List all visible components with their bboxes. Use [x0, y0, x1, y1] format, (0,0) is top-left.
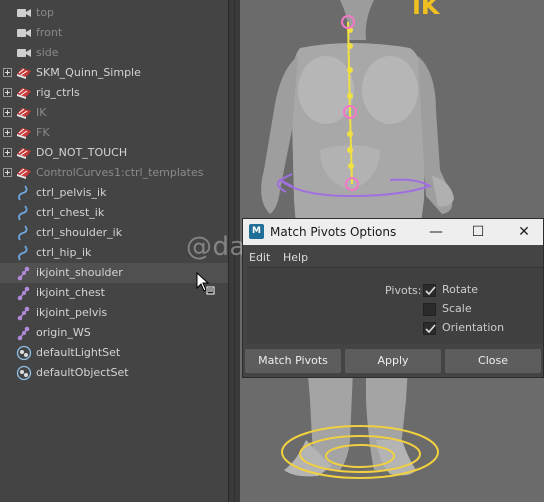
outliner-item-label: IK	[36, 106, 47, 119]
outliner-item-label: top	[36, 6, 55, 19]
outliner-item-label: ctrl_hip_ik	[36, 246, 92, 259]
expand-toggle-icon[interactable]	[3, 168, 12, 177]
expand-toggle-icon[interactable]	[3, 68, 12, 77]
expand-toggle-icon[interactable]	[3, 128, 12, 137]
outliner-item[interactable]: defaultObjectSet	[0, 363, 228, 383]
outliner-item[interactable]: ikjoint_chest	[0, 283, 228, 303]
group-icon	[16, 165, 32, 181]
curve-icon	[16, 185, 32, 201]
outliner-item-label: defaultLightSet	[36, 346, 121, 359]
outliner-item[interactable]: top	[0, 3, 228, 23]
dialog-titlebar[interactable]: M Match Pivots Options — ☐ ✕	[243, 219, 543, 245]
outliner-item-label: ControlCurves1:ctrl_templates	[36, 166, 204, 179]
match-pivots-button[interactable]: Match Pivots	[245, 349, 341, 373]
match-pivots-dialog: M Match Pivots Options — ☐ ✕ Edit Help P…	[242, 218, 544, 378]
outliner-item[interactable]: ControlCurves1:ctrl_templates	[0, 163, 228, 183]
expand-toggle-icon[interactable]	[3, 108, 12, 117]
joint-icon	[16, 285, 32, 301]
group-icon	[16, 145, 32, 161]
joint-icon	[16, 325, 32, 341]
outliner-item[interactable]: ikjoint_pelvis	[0, 303, 228, 323]
outliner-item[interactable]: rig_ctrls	[0, 83, 228, 103]
set-icon	[16, 345, 32, 361]
apply-button[interactable]: Apply	[345, 349, 441, 373]
outliner-item-label: side	[36, 46, 59, 59]
outliner-item[interactable]: front	[0, 23, 228, 43]
outliner-item-label: ikjoint_chest	[36, 286, 105, 299]
curve-icon	[16, 225, 32, 241]
dialog-menubar: Edit Help	[243, 245, 543, 267]
camera-icon	[16, 45, 32, 61]
minimize-button[interactable]: —	[427, 223, 445, 241]
group-icon	[16, 85, 32, 101]
viewport-ik-label: IK	[412, 0, 441, 20]
scale-label: Scale	[442, 302, 472, 315]
outliner-item-label: FK	[36, 126, 50, 139]
curve-icon	[16, 245, 32, 261]
outliner-item-label: SKM_Quinn_Simple	[36, 66, 141, 79]
scale-checkbox[interactable]	[423, 303, 436, 316]
outliner-item-label: front	[36, 26, 63, 39]
dialog-title: Match Pivots Options	[270, 225, 397, 239]
joint-icon	[16, 265, 32, 281]
rotate-checkbox[interactable]	[423, 284, 436, 297]
outliner-item[interactable]: ctrl_pelvis_ik	[0, 183, 228, 203]
outliner-item-label: DO_NOT_TOUCH	[36, 146, 128, 159]
pivots-label: Pivots:	[385, 284, 422, 297]
outliner-item[interactable]: ikjoint_shoulder	[0, 263, 228, 283]
expand-toggle-icon[interactable]	[3, 148, 12, 157]
outliner-item[interactable]: IK	[0, 103, 228, 123]
orientation-checkbox[interactable]	[423, 322, 436, 335]
menu-edit[interactable]: Edit	[249, 251, 270, 264]
group-icon	[16, 125, 32, 141]
camera-icon	[16, 25, 32, 41]
outliner-item-label: origin_WS	[36, 326, 91, 339]
dialog-button-bar: Match Pivots Apply Close	[243, 347, 543, 377]
curve-icon	[16, 205, 32, 221]
maya-logo-icon: M	[249, 224, 264, 239]
outliner-item[interactable]: ctrl_chest_ik	[0, 203, 228, 223]
close-window-button[interactable]: ✕	[515, 223, 533, 241]
outliner-item-label: rig_ctrls	[36, 86, 80, 99]
outliner-item[interactable]: SKM_Quinn_Simple	[0, 63, 228, 83]
joint-icon	[16, 305, 32, 321]
checkmark-icon	[425, 324, 436, 334]
outliner-item-label: defaultObjectSet	[36, 366, 129, 379]
outliner-item-label: ikjoint_shoulder	[36, 266, 123, 279]
checkmark-icon	[425, 286, 436, 296]
rotate-label: Rotate	[442, 283, 479, 296]
expand-toggle-icon[interactable]	[3, 88, 12, 97]
outliner-item-label: ctrl_chest_ik	[36, 206, 105, 219]
maximize-button[interactable]: ☐	[469, 223, 487, 241]
outliner-item[interactable]: origin_WS	[0, 323, 228, 343]
close-button[interactable]: Close	[445, 349, 541, 373]
outliner-item[interactable]: defaultLightSet	[0, 343, 228, 363]
outliner-item[interactable]: FK	[0, 123, 228, 143]
outliner-item[interactable]: side	[0, 43, 228, 63]
mouse-cursor-icon	[196, 271, 216, 299]
outliner-item-label: ctrl_pelvis_ik	[36, 186, 107, 199]
group-icon	[16, 65, 32, 81]
group-icon	[16, 105, 32, 121]
outliner-item-label: ikjoint_pelvis	[36, 306, 108, 319]
camera-icon	[16, 5, 32, 21]
pivots-options-frame: Pivots: Rotate Scale Orientation	[247, 267, 543, 344]
set-icon	[16, 365, 32, 381]
menu-help[interactable]: Help	[283, 251, 308, 264]
outliner-item-label: ctrl_shoulder_ik	[36, 226, 123, 239]
orientation-label: Orientation	[442, 321, 505, 334]
outliner-item[interactable]: DO_NOT_TOUCH	[0, 143, 228, 163]
